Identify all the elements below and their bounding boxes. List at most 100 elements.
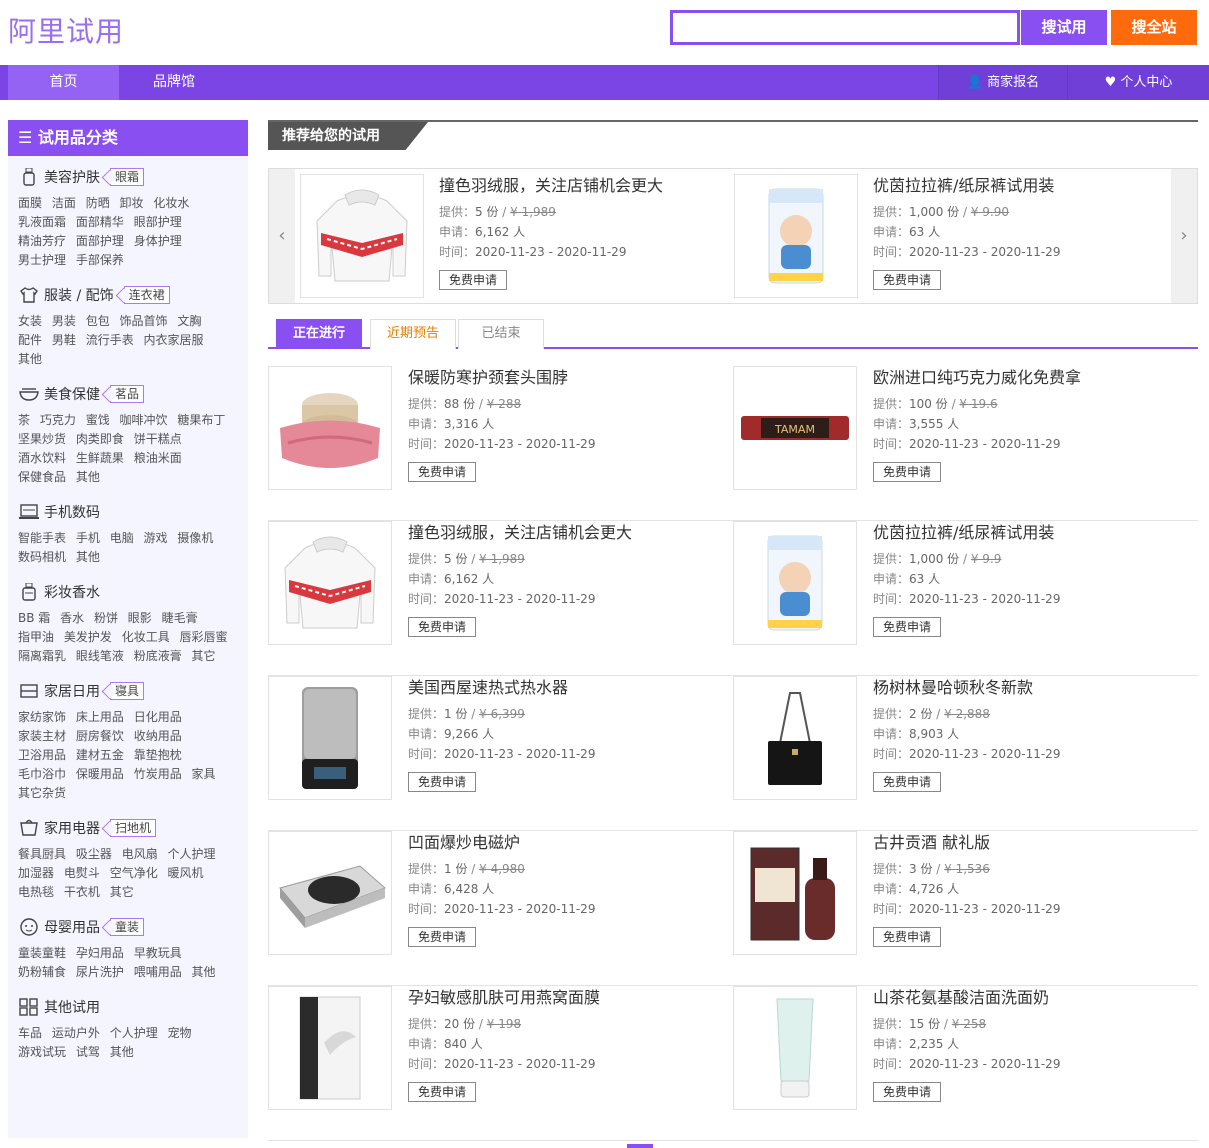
category-subitem[interactable]: 配件 bbox=[18, 333, 42, 347]
category-subitem[interactable]: 粉底液膏 bbox=[134, 649, 182, 663]
category-subitem[interactable]: 坚果炒货 bbox=[18, 432, 66, 446]
product-name[interactable]: 山茶花氨基酸洁面洗面奶 bbox=[873, 986, 1193, 1010]
category-subitem[interactable]: 其他 bbox=[192, 965, 216, 979]
category-name[interactable]: 家居日用 bbox=[44, 681, 100, 701]
category-subitem[interactable]: BB 霜 bbox=[18, 611, 50, 625]
category-subitem[interactable]: 身体护理 bbox=[134, 234, 182, 248]
category-subitem[interactable]: 男装 bbox=[52, 314, 76, 328]
category-subitem[interactable]: 化妆水 bbox=[153, 196, 189, 210]
category-subitem[interactable]: 试驾 bbox=[76, 1045, 100, 1059]
category-subitem[interactable]: 吸尘器 bbox=[76, 847, 112, 861]
category-subitem[interactable]: 面部精华 bbox=[76, 215, 124, 229]
category-subitem[interactable]: 文胸 bbox=[177, 314, 201, 328]
category-subitem[interactable]: 饰品首饰 bbox=[120, 314, 168, 328]
nav-home[interactable]: 首页 bbox=[8, 65, 119, 100]
category-subitem[interactable]: 家装主材 bbox=[18, 729, 66, 743]
free-apply-button[interactable]: 免费申请 bbox=[408, 927, 477, 947]
category-subitem[interactable]: 保健食品 bbox=[18, 470, 66, 484]
category-name[interactable]: 母婴用品 bbox=[44, 917, 100, 937]
category-subitem[interactable]: 洁面 bbox=[52, 196, 76, 210]
free-apply-button[interactable]: 免费申请 bbox=[408, 617, 477, 637]
category-subitem[interactable]: 家具 bbox=[192, 767, 216, 781]
product-image[interactable] bbox=[268, 676, 392, 800]
category-subitem[interactable]: 暖风机 bbox=[168, 866, 204, 880]
search-all-button[interactable]: 搜全站 bbox=[1111, 10, 1197, 45]
product-name[interactable]: 撞色羽绒服，关注店铺机会更大 bbox=[439, 174, 759, 198]
category-subitem[interactable]: 加湿器 bbox=[18, 866, 54, 880]
category-subitem[interactable]: 日化用品 bbox=[134, 710, 182, 724]
tab-upcoming[interactable]: 近期预告 bbox=[370, 319, 456, 349]
category-subitem[interactable]: 厨房餐饮 bbox=[76, 729, 124, 743]
category-subitem[interactable]: 包包 bbox=[86, 314, 110, 328]
free-apply-button[interactable]: 免费申请 bbox=[873, 270, 942, 290]
category-subitem[interactable]: 眼部护理 bbox=[134, 215, 182, 229]
category-subitem[interactable]: 美发护发 bbox=[64, 630, 112, 644]
category-subitem[interactable]: 孕妇用品 bbox=[76, 946, 124, 960]
category-tag[interactable]: 扫地机 bbox=[110, 819, 157, 837]
category-subitem[interactable]: 数码相机 bbox=[18, 550, 66, 564]
category-subitem[interactable]: 其它杂货 bbox=[18, 786, 66, 800]
category-subitem[interactable]: 巧克力 bbox=[40, 413, 76, 427]
category-subitem[interactable]: 肉类即食 bbox=[76, 432, 124, 446]
product-image[interactable] bbox=[268, 521, 392, 645]
category-subitem[interactable]: 面膜 bbox=[18, 196, 42, 210]
category-subitem[interactable]: 奶粉辅食 bbox=[18, 965, 66, 979]
category-subitem[interactable]: 靠垫抱枕 bbox=[134, 748, 182, 762]
category-subitem[interactable]: 男士护理 bbox=[18, 253, 66, 267]
category-subitem[interactable]: 酒水饮料 bbox=[18, 451, 66, 465]
category-subitem[interactable]: 餐具厨具 bbox=[18, 847, 66, 861]
category-subitem[interactable]: 粮油米面 bbox=[134, 451, 182, 465]
category-subitem[interactable]: 乳液面霜 bbox=[18, 215, 66, 229]
category-subitem[interactable]: 智能手表 bbox=[18, 531, 66, 545]
category-subitem[interactable]: 其他 bbox=[18, 352, 42, 366]
nav-brand[interactable]: 品牌馆 bbox=[119, 65, 229, 100]
category-tag[interactable]: 寝具 bbox=[110, 682, 145, 700]
search-box[interactable] bbox=[670, 10, 1020, 45]
category-subitem[interactable]: 隔离霜乳 bbox=[18, 649, 66, 663]
category-subitem[interactable]: 流行手表 bbox=[86, 333, 134, 347]
category-subitem[interactable]: 尿片洗护 bbox=[76, 965, 124, 979]
product-image[interactable] bbox=[268, 831, 392, 955]
product-name[interactable]: 优茵拉拉裤/纸尿裤试用装 bbox=[873, 174, 1193, 198]
category-subitem[interactable]: 电脑 bbox=[110, 531, 134, 545]
free-apply-button[interactable]: 免费申请 bbox=[873, 772, 942, 792]
category-subitem[interactable]: 其他 bbox=[76, 550, 100, 564]
category-subitem[interactable]: 生鲜蔬果 bbox=[76, 451, 124, 465]
search-trial-button[interactable]: 搜试用 bbox=[1021, 10, 1107, 45]
category-subitem[interactable]: 运动户外 bbox=[52, 1026, 100, 1040]
category-subitem[interactable]: 毛巾浴巾 bbox=[18, 767, 66, 781]
product-name[interactable]: 孕妇敏感肌肤可用燕窝面膜 bbox=[408, 986, 728, 1010]
free-apply-button[interactable]: 免费申请 bbox=[408, 1082, 477, 1102]
category-tag[interactable]: 童装 bbox=[110, 918, 145, 936]
category-subitem[interactable]: 摄像机 bbox=[177, 531, 213, 545]
category-subitem[interactable]: 眼影 bbox=[128, 611, 152, 625]
nav-personal-center[interactable]: ♥ 个人中心 bbox=[1067, 65, 1209, 100]
category-subitem[interactable]: 精油芳疗 bbox=[18, 234, 66, 248]
product-image[interactable] bbox=[300, 174, 424, 298]
product-name[interactable]: 优茵拉拉裤/纸尿裤试用装 bbox=[873, 521, 1193, 545]
category-subitem[interactable]: 眼线笔液 bbox=[76, 649, 124, 663]
free-apply-button[interactable]: 免费申请 bbox=[873, 462, 942, 482]
category-name[interactable]: 美食保健 bbox=[44, 384, 100, 404]
carousel-prev-button[interactable]: ‹ bbox=[269, 169, 295, 303]
category-subitem[interactable]: 干衣机 bbox=[64, 885, 100, 899]
category-subitem[interactable]: 饼干糕点 bbox=[134, 432, 182, 446]
category-subitem[interactable]: 保暖用品 bbox=[76, 767, 124, 781]
product-image[interactable] bbox=[733, 986, 857, 1110]
category-name[interactable]: 美容护肤 bbox=[44, 167, 100, 187]
category-subitem[interactable]: 防晒 bbox=[86, 196, 110, 210]
category-subitem[interactable]: 香水 bbox=[60, 611, 84, 625]
category-subitem[interactable]: 游戏试玩 bbox=[18, 1045, 66, 1059]
product-image[interactable]: TAMAM bbox=[733, 366, 857, 490]
category-tag[interactable]: 眼霜 bbox=[110, 168, 145, 186]
product-image[interactable] bbox=[734, 174, 858, 298]
free-apply-button[interactable]: 免费申请 bbox=[873, 1082, 942, 1102]
category-subitem[interactable]: 电热毯 bbox=[18, 885, 54, 899]
pagination-indicator[interactable] bbox=[627, 1144, 653, 1148]
product-image[interactable] bbox=[733, 676, 857, 800]
category-subitem[interactable]: 手机 bbox=[76, 531, 100, 545]
category-subitem[interactable]: 指甲油 bbox=[18, 630, 54, 644]
product-name[interactable]: 凹面爆炒电磁炉 bbox=[408, 831, 728, 855]
category-subitem[interactable]: 女装 bbox=[18, 314, 42, 328]
product-name[interactable]: 杨树林曼哈顿秋冬新款 bbox=[873, 676, 1193, 700]
